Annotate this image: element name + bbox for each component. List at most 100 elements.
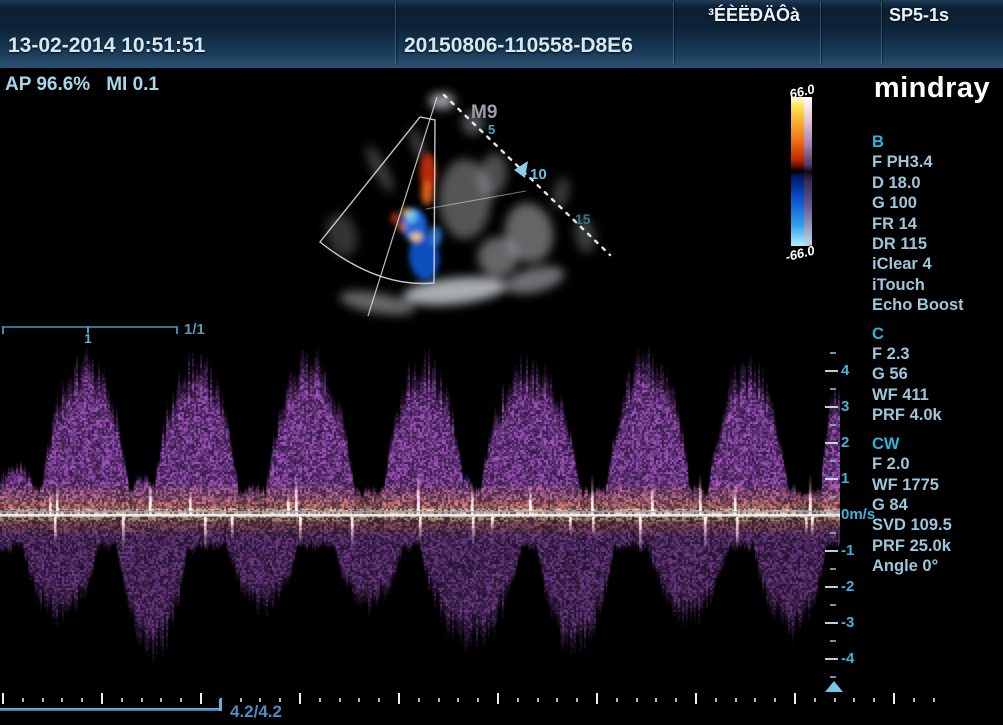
sidebar-item-g-100[interactable]: G 100 <box>872 193 1000 213</box>
velocity-minor-tick <box>830 352 836 354</box>
velocity-minor-tick <box>830 604 836 606</box>
sidebar-item-wf-1775[interactable]: WF 1775 <box>872 475 1000 495</box>
velocity-minor-tick <box>830 424 836 426</box>
velocity-label-0m-s: 0m/s <box>841 506 875 523</box>
grayscale-anatomy <box>322 93 598 319</box>
velocity-label-1: -1 <box>841 542 854 559</box>
sidebar-group-b: BF PH3.4D 18.0G 100FR 14DR 115iClear 4iT… <box>872 132 1000 316</box>
depth-mark-10: 10 <box>530 166 547 183</box>
top-info-bar: 13-02-2014 10:51:51 20150806-110558-D8E6… <box>0 0 1003 68</box>
time-tick-dot <box>814 698 816 702</box>
time-tick-dot <box>457 698 459 702</box>
ultrasound-screen: 13-02-2014 10:51:51 20150806-110558-D8E6… <box>0 0 1003 725</box>
time-tick-dot <box>61 698 63 702</box>
velocity-tick-2 <box>825 442 838 444</box>
time-tick-dot <box>735 698 737 702</box>
time-tick-major <box>299 693 301 704</box>
color-scale-bar <box>791 97 812 246</box>
sidebar-item-f-2-3[interactable]: F 2.3 <box>872 344 1000 364</box>
velocity-label-2: 2 <box>841 434 849 451</box>
topbar-divider <box>673 2 674 64</box>
sidebar-item-svd-109-5[interactable]: SVD 109.5 <box>872 515 1000 535</box>
time-tick-dot <box>675 698 677 702</box>
clip-page-indicator[interactable]: 1/1 <box>184 321 205 338</box>
time-tick-major <box>398 693 400 704</box>
bmode-image: M9 5 10 15 <box>230 85 650 335</box>
color-scale-variance-column <box>804 97 812 246</box>
acoustic-status: AP 96.6% MI 0.1 <box>5 74 175 96</box>
time-tick-dot <box>853 698 855 702</box>
sidebar-header-cw: CW <box>872 434 1000 454</box>
time-tick-major <box>2 693 4 704</box>
sidebar-item-prf-4-0k[interactable]: PRF 4.0k <box>872 405 1000 425</box>
velocity-label-4: 4 <box>841 362 849 379</box>
patient-id-text: 20150806-110558-D8E6 <box>404 34 633 58</box>
sidebar-header-b: B <box>872 132 1000 152</box>
sidebar-item-f-2-0[interactable]: F 2.0 <box>872 454 1000 474</box>
velocity-tick-4 <box>825 370 838 372</box>
sidebar-item-angle-0[interactable]: Angle 0° <box>872 556 1000 576</box>
depth-mark-15: 15 <box>575 211 591 227</box>
velocity-label-3: 3 <box>841 398 849 415</box>
time-tick-major <box>200 693 202 704</box>
time-tick-major <box>596 693 598 704</box>
probe-cell[interactable]: SP5-1s <box>889 5 949 26</box>
ap-value: AP 96.6% <box>5 74 90 95</box>
mi-value: MI 0.1 <box>106 74 159 95</box>
sidebar-item-g-84[interactable]: G 84 <box>872 495 1000 515</box>
sidebar-item-echo-boost[interactable]: Echo Boost <box>872 295 1000 315</box>
sidebar-item-g-56[interactable]: G 56 <box>872 364 1000 384</box>
sidebar-item-iclear-4[interactable]: iClear 4 <box>872 254 1000 274</box>
velocity-tick-3 <box>825 622 838 624</box>
depth-mark-5: 5 <box>488 122 495 137</box>
mindray-logo: mindray <box>868 72 996 105</box>
cw-spectral-display <box>0 344 840 694</box>
topbar-divider <box>395 2 396 64</box>
time-tick-dot <box>913 698 915 702</box>
velocity-minor-tick <box>830 676 836 678</box>
sidebar-item-d-18-0[interactable]: D 18.0 <box>872 173 1000 193</box>
time-tick-dot <box>121 698 123 702</box>
velocity-label-2: -2 <box>841 578 854 595</box>
velocity-tick-4 <box>825 658 838 660</box>
clip-ruler[interactable] <box>2 326 178 328</box>
time-tick-dot <box>477 698 479 702</box>
time-tick-dot <box>42 698 44 702</box>
velocity-minor-tick <box>830 532 836 534</box>
time-tick-dot <box>180 698 182 702</box>
velocity-tick-3 <box>825 406 838 408</box>
time-tick-dot <box>576 698 578 702</box>
time-tick-dot <box>319 698 321 702</box>
time-tick-dot <box>438 698 440 702</box>
time-tick-dot <box>774 698 776 702</box>
sidebar-item-dr-115[interactable]: DR 115 <box>872 234 1000 254</box>
time-tick-major <box>101 693 103 704</box>
sidebar-item-itouch[interactable]: iTouch <box>872 275 1000 295</box>
time-tick-dot <box>517 698 519 702</box>
sidebar-item-f-ph3-4[interactable]: F PH3.4 <box>872 152 1000 172</box>
sidebar-group-c: CF 2.3G 56WF 411PRF 4.0k <box>872 324 1000 426</box>
sidebar-item-wf-411[interactable]: WF 411 <box>872 385 1000 405</box>
exam-type-cell[interactable]: ³ÉÈËÐÄÔà <box>708 5 800 26</box>
time-tick-dot <box>339 698 341 702</box>
time-tick-dot <box>715 698 717 702</box>
time-tick-dot <box>616 698 618 702</box>
sidebar-item-prf-25-0k[interactable]: PRF 25.0k <box>872 536 1000 556</box>
time-tick-dot <box>81 698 83 702</box>
velocity-minor-tick <box>830 496 836 498</box>
time-tick-dot <box>873 698 875 702</box>
time-tick-dot <box>141 698 143 702</box>
baseline-marker-icon[interactable] <box>825 681 843 692</box>
time-tick-dot <box>834 698 836 702</box>
topbar-divider <box>881 2 882 64</box>
velocity-minor-tick <box>830 388 836 390</box>
velocity-tick-0m-s <box>825 514 838 516</box>
velocity-tick-1 <box>825 478 838 480</box>
time-tick-dot <box>378 698 380 702</box>
velocity-tick-1 <box>825 550 838 552</box>
sidebar-item-fr-14[interactable]: FR 14 <box>872 214 1000 234</box>
time-tick-major <box>695 693 697 704</box>
velocity-minor-tick <box>830 568 836 570</box>
clip-ruler-end-tick <box>176 326 178 334</box>
velocity-label-3: -3 <box>841 614 854 631</box>
